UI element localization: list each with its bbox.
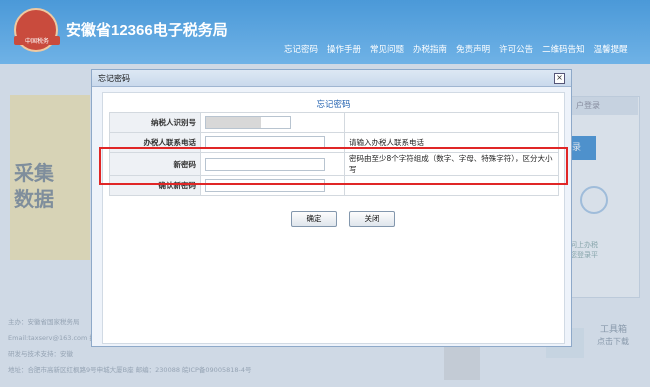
nav-manual[interactable]: 操作手册	[327, 43, 361, 55]
label-taxpayer-id: 纳税人识别号	[109, 112, 201, 133]
dialog-buttons: 确定 关闭	[291, 211, 395, 227]
nav-license[interactable]: 许可公告	[499, 43, 533, 55]
site-title: 安徽省12366电子税务局	[66, 22, 228, 39]
dialog-title: 忘记密码	[98, 74, 130, 83]
highlight-box	[99, 147, 568, 185]
nav-qrcode[interactable]: 二维码告知	[542, 43, 585, 55]
tax-logo-icon	[14, 8, 58, 52]
forgot-password-dialog: 忘记密码 × 忘记密码 纳税人识别号 办税人联系电话 请输入办税人联系电话 新密…	[91, 69, 572, 347]
top-nav: 忘记密码 操作手册 常见问题 办税指南 免责声明 许可公告 二维码告知 温馨提醒	[284, 43, 637, 55]
site-header: 中国税务 安徽省12366电子税务局 忘记密码 操作手册 常见问题 办税指南 免…	[0, 0, 650, 64]
nav-guide[interactable]: 办税指南	[413, 43, 447, 55]
nav-forgot-password[interactable]: 忘记密码	[284, 43, 318, 55]
nav-disclaimer[interactable]: 免责声明	[456, 43, 490, 55]
nav-tips[interactable]: 温馨提醒	[594, 43, 628, 55]
confirm-button[interactable]: 确定	[291, 211, 337, 227]
close-button[interactable]: 关闭	[349, 211, 395, 227]
form-heading: 忘记密码	[316, 100, 351, 110]
dialog-titlebar: 忘记密码 ×	[92, 70, 571, 87]
taxpayer-id-input[interactable]	[205, 116, 291, 129]
logo-text: 中国税务	[14, 36, 60, 45]
nav-faq[interactable]: 常见问题	[370, 43, 404, 55]
dialog-content: 忘记密码 纳税人识别号 办税人联系电话 请输入办税人联系电话 新密码 密码由至少…	[102, 92, 565, 344]
close-icon[interactable]: ×	[554, 73, 565, 84]
form-row-taxpayer-id: 纳税人识别号	[109, 112, 559, 133]
hint-taxpayer-id	[344, 112, 559, 133]
